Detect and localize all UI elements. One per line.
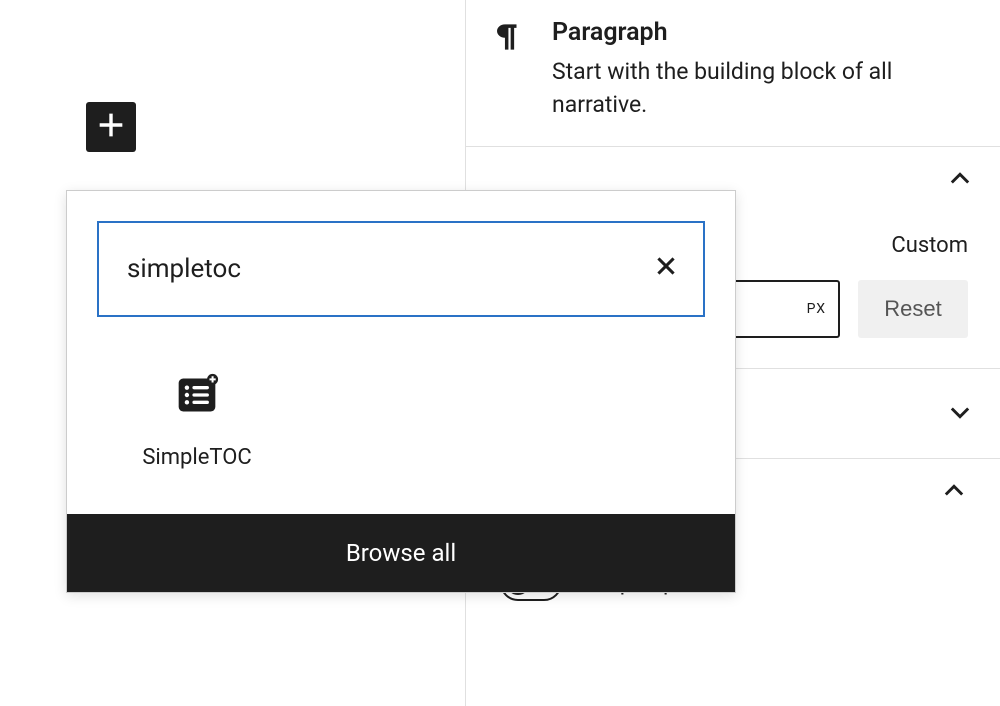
list-icon bbox=[175, 373, 219, 421]
reset-button[interactable]: Reset bbox=[858, 280, 968, 338]
add-block-button[interactable] bbox=[86, 102, 136, 152]
block-result-label: SimpleTOC bbox=[142, 445, 251, 470]
clear-search-button[interactable] bbox=[651, 253, 681, 283]
custom-size-label: Custom bbox=[891, 233, 968, 258]
browse-all-button[interactable]: Browse all bbox=[67, 514, 735, 592]
chevron-up-icon[interactable] bbox=[946, 165, 974, 193]
search-results: SimpleTOC bbox=[67, 333, 735, 514]
plus-icon bbox=[94, 108, 128, 146]
paragraph-icon bbox=[488, 18, 526, 60]
unit-label: PX bbox=[807, 301, 826, 317]
block-info-panel: Paragraph Start with the building block … bbox=[466, 0, 1000, 147]
chevron-down-icon bbox=[946, 398, 974, 426]
font-size-input[interactable]: PX bbox=[720, 280, 840, 338]
block-search-input[interactable] bbox=[97, 221, 705, 317]
block-inserter-popover: SimpleTOC Browse all bbox=[66, 190, 736, 593]
chevron-up-icon[interactable] bbox=[940, 477, 968, 505]
block-title: Paragraph bbox=[552, 18, 970, 47]
block-description: Start with the building block of all nar… bbox=[552, 55, 970, 122]
block-result-simpletoc[interactable]: SimpleTOC bbox=[97, 373, 297, 470]
close-icon bbox=[653, 253, 679, 283]
